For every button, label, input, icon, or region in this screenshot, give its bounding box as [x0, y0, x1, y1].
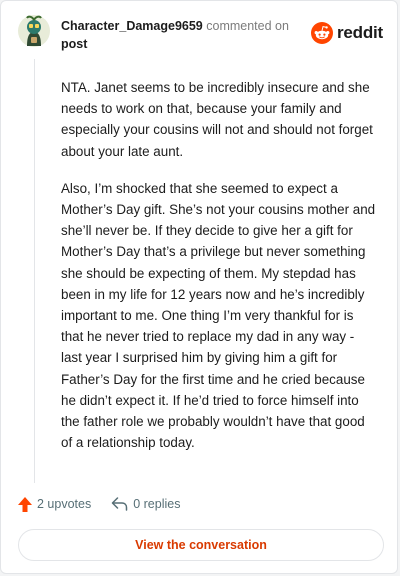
comment-card: Character_Damage9659 commented on post r… [0, 0, 398, 574]
reddit-logo[interactable]: reddit [311, 21, 383, 45]
reddit-snoo-icon [311, 22, 333, 44]
username[interactable]: Character_Damage9659 [61, 19, 203, 33]
upvote-count: 2 upvotes [37, 497, 92, 511]
reply-count: 0 replies [133, 497, 181, 511]
commented-on-text: commented on [206, 19, 289, 33]
comment-paragraph: NTA. Janet seems to be incredibly insecu… [61, 80, 373, 159]
view-conversation-button[interactable]: View the conversation [18, 529, 384, 561]
reply-button[interactable]: 0 replies [111, 497, 180, 511]
upvote-arrow-icon [18, 496, 32, 512]
upvote-button[interactable]: 2 upvotes [18, 496, 92, 512]
comment-header: Character_Damage9659 commented on post [61, 17, 301, 53]
post-link[interactable]: post [61, 37, 87, 51]
reply-arrow-icon [111, 497, 128, 511]
comment-paragraph: Also, I’m shocked that she seemed to exp… [61, 180, 376, 451]
comment-actions: 2 upvotes 0 replies [18, 494, 180, 514]
comment-body: NTA. Janet seems to be incredibly insecu… [61, 77, 376, 469]
avatar[interactable] [18, 15, 50, 47]
reddit-wordmark: reddit [337, 23, 384, 42]
thread-line [34, 59, 35, 483]
